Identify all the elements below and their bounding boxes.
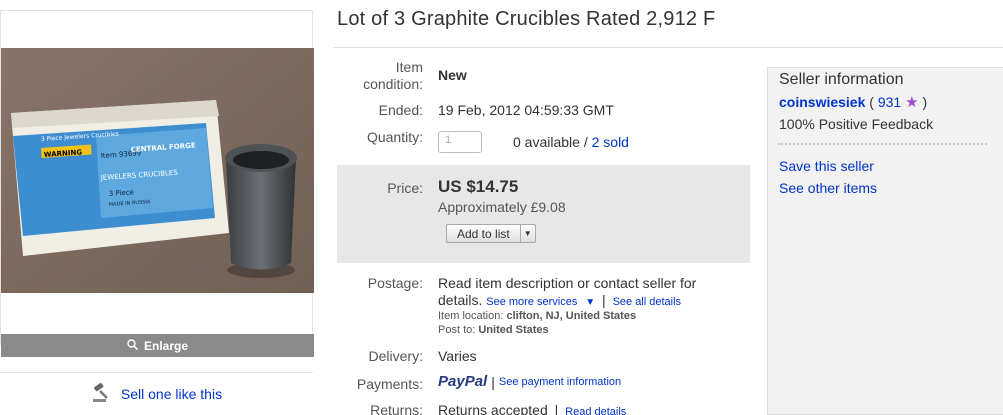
returns-label: Returns: [370, 402, 423, 415]
item-image-panel: 3 Piece Jewelers Crucibles WARNING Item … [0, 10, 314, 357]
seller-divider [778, 143, 987, 145]
title-divider [333, 47, 1003, 48]
gavel-icon [91, 382, 113, 407]
see-all-details-link[interactable]: See all details [613, 296, 682, 308]
ended-value: 19 Feb, 2012 04:59:33 GMT [438, 102, 614, 118]
pipe-divider: | [602, 292, 606, 308]
triangle-down-icon[interactable]: ▼ [585, 297, 595, 308]
available-text: 0 available / [513, 134, 588, 150]
delivery-label: Delivery: [368, 348, 423, 364]
price-value: US $14.75 [438, 177, 519, 196]
sold-link[interactable]: 2 sold [592, 134, 629, 150]
postage-text-2: details. [438, 292, 483, 308]
approx-price: Approximately £9.08 [438, 199, 566, 215]
see-other-items-link[interactable]: See other items [779, 180, 877, 196]
returns-value: Returns accepted | Read details [438, 402, 626, 415]
feedback-score-link[interactable]: 931 [878, 94, 901, 110]
enlarge-label: Enlarge [143, 338, 188, 353]
see-more-services-link[interactable]: See more services [486, 296, 577, 308]
seller-heading: Seller information [779, 71, 904, 88]
ended-label: Ended: [378, 102, 423, 118]
save-seller-link[interactable]: Save this seller [779, 158, 874, 174]
condition-label: Item condition: [363, 59, 423, 92]
condition-value: New [438, 67, 467, 83]
price-label: Price: [387, 180, 423, 196]
star-icon: ★ [905, 94, 919, 111]
add-to-list-button[interactable]: Add to list ▼ [446, 224, 536, 243]
availability: 0 available / 2 sold [513, 134, 629, 150]
chevron-down-icon[interactable]: ▼ [521, 225, 535, 242]
quantity-input[interactable]: 1 [438, 131, 482, 153]
pipe-divider: | [554, 402, 559, 415]
payments-value: PayPal | See payment information [438, 373, 621, 390]
sell-one-link[interactable]: Sell one like this [121, 386, 222, 402]
postage-text-1: Read item description or contact seller … [438, 275, 697, 291]
seller-name-link[interactable]: coinswiesiek [779, 94, 865, 110]
item-photo[interactable]: 3 Piece Jewelers Crucibles WARNING Item … [1, 48, 314, 293]
postage-label: Postage: [367, 275, 423, 291]
pipe-divider: | [491, 373, 495, 390]
page-title: Lot of 3 Graphite Crucibles Rated 2,912 … [337, 8, 716, 30]
seller-line: coinswiesiek ( 931 ★ ) [779, 94, 928, 111]
item-location: Item location: clifton, NJ, United State… [438, 310, 637, 322]
positive-feedback: 100% Positive Feedback [779, 116, 934, 132]
quantity-label: Quantity: [366, 129, 423, 145]
add-to-list-label: Add to list [447, 225, 521, 242]
delivery-value: Varies [438, 348, 477, 364]
returns-details-link[interactable]: Read details [565, 406, 626, 415]
sell-one-like-this[interactable]: Sell one like this [0, 372, 313, 415]
post-to: Post to: United States [438, 324, 549, 336]
paypal-logo: PayPal [438, 373, 488, 390]
payment-info-link[interactable]: See payment information [499, 376, 621, 388]
payments-label: Payments: [356, 376, 423, 392]
postage-line-2: details. See more services ▼ | See all d… [438, 292, 681, 308]
enlarge-button[interactable]: Enlarge [1, 334, 314, 357]
magnifier-icon [127, 338, 139, 353]
